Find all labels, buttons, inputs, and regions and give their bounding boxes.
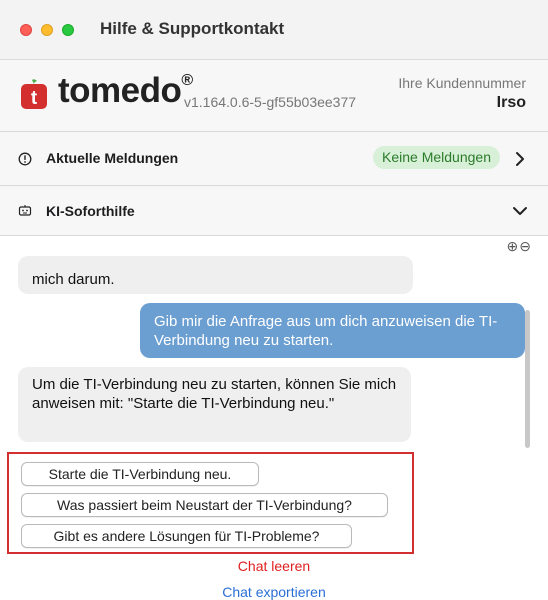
customer-number-label: Ihre Kundennummer bbox=[398, 75, 526, 91]
zoom-controls: ⊕⊖ bbox=[507, 238, 532, 255]
svg-text:t: t bbox=[31, 88, 38, 109]
title-bar: Hilfe & Supportkontakt bbox=[0, 0, 548, 60]
window-title: Hilfe & Supportkontakt bbox=[100, 19, 285, 38]
export-chat-link[interactable]: Chat exportieren bbox=[0, 584, 548, 600]
chat-panel: ⊕⊖ mich darum. Gib mir die Anfrage aus u… bbox=[0, 236, 548, 600]
status-badge: Keine Meldungen bbox=[373, 146, 500, 169]
minimize-window-button[interactable] bbox=[41, 24, 53, 36]
tomedo-logo-icon: t bbox=[21, 79, 47, 109]
news-label: Aktuelle Meldungen bbox=[46, 150, 179, 166]
ki-section-header[interactable]: KI-Soforthilfe bbox=[0, 186, 548, 236]
suggestion-box: Starte die TI-Verbindung neu. Was passie… bbox=[7, 452, 414, 554]
app-header: t tomedo® v1.164.0.6-5-gf55b03ee377 Ihre… bbox=[0, 60, 548, 132]
suggestion-button[interactable]: Starte die TI-Verbindung neu. bbox=[21, 462, 259, 486]
chevron-down-icon[interactable] bbox=[512, 203, 528, 219]
version-label: v1.164.0.6-5-gf55b03ee377 bbox=[184, 94, 357, 110]
chat-scrollbar[interactable] bbox=[525, 310, 530, 448]
zoom-out-icon[interactable]: ⊖ bbox=[519, 238, 532, 254]
ki-label: KI-Soforthilfe bbox=[46, 203, 135, 219]
user-message: Gib mir die Anfrage aus um dich anzuweis… bbox=[140, 303, 525, 358]
close-window-button[interactable] bbox=[20, 24, 32, 36]
suggestion-button[interactable]: Gibt es andere Lösungen für TI-Probleme? bbox=[21, 524, 352, 548]
news-section-header[interactable]: Aktuelle Meldungen Keine Meldungen bbox=[0, 132, 548, 186]
zoom-in-icon[interactable]: ⊕ bbox=[507, 238, 520, 254]
bot-message: mich darum. bbox=[18, 256, 413, 294]
maximize-window-button[interactable] bbox=[62, 24, 74, 36]
info-circle-icon bbox=[18, 152, 32, 166]
clear-chat-link[interactable]: Chat leeren bbox=[0, 558, 548, 574]
bot-message: Um die TI-Verbindung neu zu starten, kön… bbox=[18, 367, 411, 442]
chevron-right-icon[interactable] bbox=[512, 151, 528, 167]
help-window: Hilfe & Supportkontakt t tomedo® v1.164.… bbox=[0, 0, 548, 600]
robot-icon bbox=[18, 205, 32, 216]
suggestion-button[interactable]: Was passiert beim Neustart der TI-Verbin… bbox=[21, 493, 388, 517]
customer-number-value: Irso bbox=[496, 94, 526, 111]
brand-name: tomedo® bbox=[58, 71, 193, 110]
